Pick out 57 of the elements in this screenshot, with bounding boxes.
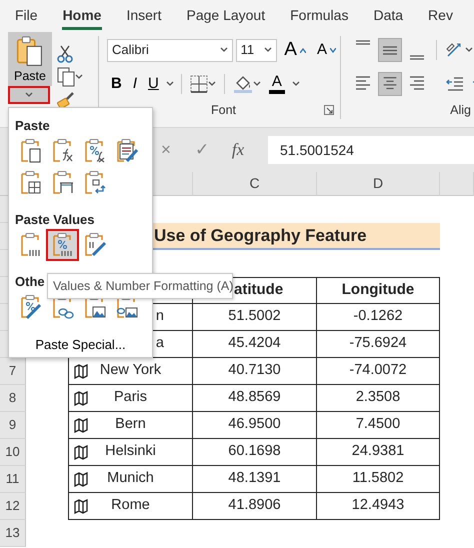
font-color-button[interactable]: A [264, 74, 289, 94]
table-cell: -74.0072 [317, 358, 440, 385]
row-header[interactable]: 7 [0, 358, 26, 385]
city-name: Bern [115, 415, 146, 434]
table-cell: 40.7130 [193, 358, 317, 385]
city-name: Helsinki [105, 442, 156, 462]
table-cell: -75.6924 [317, 331, 440, 358]
ribbon-tab[interactable]: File [14, 6, 39, 30]
city-name: n [156, 307, 164, 326]
ribbon-tab[interactable]: Page Layout [185, 6, 266, 30]
table-cell: 24.9381 [317, 439, 440, 466]
group-label: Alig [450, 102, 471, 119]
table-cell: 45.4204 [193, 331, 317, 358]
grow-font-button[interactable]: A [280, 39, 310, 61]
formula-field[interactable]: 51.5001524 [268, 136, 474, 164]
font-size-field[interactable]: 11 [236, 38, 278, 62]
table-cell: 60.1698 [193, 439, 317, 466]
ribbon-tab[interactable]: Rev [427, 6, 454, 30]
paste-special-item[interactable]: Paste Special... [9, 332, 152, 358]
table-cell: -0.1262 [317, 304, 440, 331]
city-name: New York [100, 361, 162, 380]
row-header[interactable]: 12 [0, 493, 26, 520]
font-name-field[interactable]: Calibri [107, 38, 233, 62]
row-header[interactable]: 8 [0, 385, 26, 412]
table-cell: 48.1391 [193, 466, 317, 493]
bold-button[interactable]: B [107, 73, 126, 95]
row-header[interactable]: 11 [0, 466, 26, 493]
row-header[interactable]: 13 [0, 520, 26, 547]
city-name: a [156, 334, 164, 354]
table-cell: 48.8569 [193, 385, 317, 412]
tooltip: Values & Number Formatting (A) [47, 273, 233, 299]
table-cell: 51.5002 [193, 304, 317, 331]
table-cell: 2.3508 [317, 385, 440, 412]
group-label: Font [210, 102, 236, 119]
ribbon-tab[interactable]: Insert [125, 6, 162, 30]
table-header: Longitude [317, 277, 440, 304]
row-header[interactable]: 9 [0, 412, 26, 439]
menu-section-title: Paste [14, 117, 50, 134]
city-name: Paris [114, 388, 148, 408]
city-name: Munich [107, 469, 154, 488]
shrink-font-button[interactable]: A [312, 39, 340, 61]
table-cell: 12.4943 [317, 493, 440, 520]
ribbon-tab[interactable]: Data [372, 6, 404, 30]
insert-function-button[interactable]: fx [222, 137, 254, 163]
underline-button[interactable]: U [144, 73, 163, 95]
table-cell: 41.8906 [193, 493, 317, 520]
table-cell: 11.5802 [317, 466, 440, 493]
table-cell: 46.9500 [193, 412, 317, 439]
table-cell: 7.4500 [317, 412, 440, 439]
italic-button[interactable]: I [128, 73, 142, 95]
city-name: Rome [111, 496, 150, 516]
column-header[interactable]: C [193, 172, 317, 196]
row-header[interactable]: 10 [0, 439, 26, 466]
paste-button[interactable]: Paste [8, 32, 52, 86]
column-header[interactable]: D [317, 172, 440, 196]
ribbon-tab[interactable]: Formulas [289, 6, 350, 30]
menu-section-title: Othe [14, 273, 45, 290]
